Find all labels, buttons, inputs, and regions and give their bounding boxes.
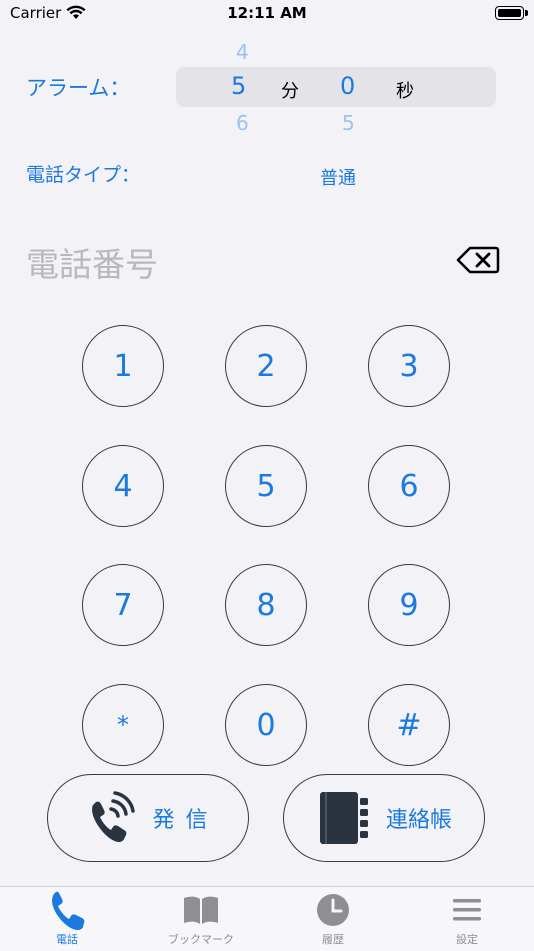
minutes-unit: 分 <box>281 81 299 102</box>
tab-phone[interactable]: 電話 <box>0 887 134 951</box>
minutes-above-value[interactable]: 4 <box>236 40 249 64</box>
contacts-button-label: 連絡帳 <box>385 808 452 833</box>
phone-icon <box>52 891 85 930</box>
tab-history-label: 履歴 <box>322 933 344 946</box>
book-icon <box>184 896 218 924</box>
clock-icon <box>317 894 349 926</box>
tab-settings[interactable]: 設定 <box>400 887 534 951</box>
contacts-button[interactable]: 連絡帳 <box>283 774 485 862</box>
battery-icon <box>495 6 528 20</box>
tab-settings-label: 設定 <box>456 933 478 946</box>
key-1[interactable]: 1 <box>82 325 164 407</box>
key-2[interactable]: 2 <box>225 325 307 407</box>
seconds-unit: 秒 <box>396 81 414 102</box>
tab-bookmarks[interactable]: ブックマーク <box>134 887 268 951</box>
key-0[interactable]: 0 <box>225 684 307 766</box>
call-button-label: 発 信 <box>152 808 210 833</box>
menu-icon <box>453 899 481 921</box>
key-9[interactable]: 9 <box>368 564 450 646</box>
seconds-below-value[interactable]: 5 <box>342 111 355 135</box>
phone-type-selector[interactable]: 普通 <box>320 164 356 190</box>
backspace-icon[interactable] <box>456 245 500 275</box>
address-book-icon <box>319 792 368 844</box>
phone-call-icon <box>91 791 135 842</box>
tab-bookmarks-label: ブックマーク <box>168 933 234 946</box>
tab-history[interactable]: 履歴 <box>266 887 400 951</box>
key-5[interactable]: 5 <box>225 445 307 527</box>
key-3[interactable]: 3 <box>368 325 450 407</box>
key-8[interactable]: 8 <box>225 564 307 646</box>
key-7[interactable]: 7 <box>82 564 164 646</box>
key-hash[interactable]: # <box>368 684 450 766</box>
seconds-value[interactable]: 0 <box>340 72 355 100</box>
phone-type-label: 電話タイプ： <box>26 164 141 186</box>
alarm-label: アラーム： <box>26 76 131 100</box>
minutes-below-value[interactable]: 6 <box>236 111 249 135</box>
tab-phone-label: 電話 <box>56 933 78 946</box>
phone-number-input[interactable]: 電話番号 <box>26 238 158 286</box>
tab-bar: 電話 ブックマーク 履歴 設定 <box>0 886 534 951</box>
key-star[interactable]: * <box>82 684 164 766</box>
status-time: 12:11 AM <box>227 4 307 22</box>
key-6[interactable]: 6 <box>368 445 450 527</box>
call-button[interactable]: 発 信 <box>47 774 249 862</box>
key-4[interactable]: 4 <box>82 445 164 527</box>
minutes-value[interactable]: 5 <box>231 72 246 100</box>
alarm-time-picker[interactable] <box>176 67 496 107</box>
